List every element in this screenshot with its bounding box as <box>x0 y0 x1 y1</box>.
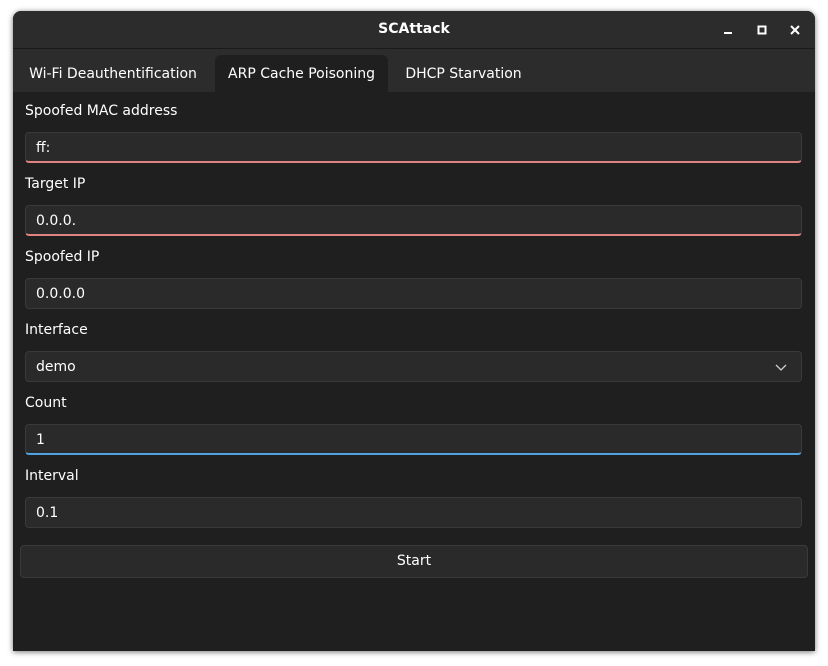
interval-label: Interval <box>25 468 79 484</box>
spoofed-ip-value: 0.0.0.0 <box>36 286 85 302</box>
target-ip-input[interactable]: 0.0.0. <box>25 205 802 236</box>
spoofed-ip-label: Spoofed IP <box>25 249 100 265</box>
window-title: SCAttack <box>378 21 450 37</box>
arp-poisoning-panel: Spoofed MAC address ff: Target IP 0.0.0.… <box>13 92 815 651</box>
spoofed-mac-label: Spoofed MAC address <box>25 103 178 119</box>
close-button[interactable] <box>785 20 805 40</box>
spoofed-mac-input[interactable]: ff: <box>25 132 802 163</box>
tab-arp-cache-poisoning[interactable]: ARP Cache Poisoning <box>215 55 388 92</box>
close-icon <box>790 25 800 35</box>
app-window: SCAttack Wi-Fi Deauthentification ARP Ca… <box>13 11 815 651</box>
count-value: 1 <box>36 432 45 448</box>
chevron-down-icon <box>775 364 787 371</box>
start-button[interactable]: Start <box>20 545 808 578</box>
maximize-icon <box>757 25 767 35</box>
tab-dhcp-starvation[interactable]: DHCP Starvation <box>395 55 532 92</box>
maximize-button[interactable] <box>752 20 772 40</box>
minimize-icon <box>724 32 732 34</box>
tab-wifi-deauthentification[interactable]: Wi-Fi Deauthentification <box>18 55 208 92</box>
interface-label: Interface <box>25 322 88 338</box>
count-input[interactable]: 1 <box>25 424 802 455</box>
count-label: Count <box>25 395 67 411</box>
spoofed-ip-input[interactable]: 0.0.0.0 <box>25 278 802 309</box>
target-ip-label: Target IP <box>25 176 86 192</box>
tab-bar: Wi-Fi Deauthentification ARP Cache Poiso… <box>13 49 815 92</box>
title-bar: SCAttack <box>13 11 815 49</box>
minimize-button[interactable] <box>718 20 738 40</box>
interface-value: demo <box>36 359 76 375</box>
spoofed-mac-value: ff: <box>36 140 51 156</box>
target-ip-value: 0.0.0. <box>36 213 77 229</box>
interval-input[interactable]: 0.1 <box>25 497 802 528</box>
interval-value: 0.1 <box>36 505 59 521</box>
interface-select[interactable]: demo <box>25 351 802 382</box>
